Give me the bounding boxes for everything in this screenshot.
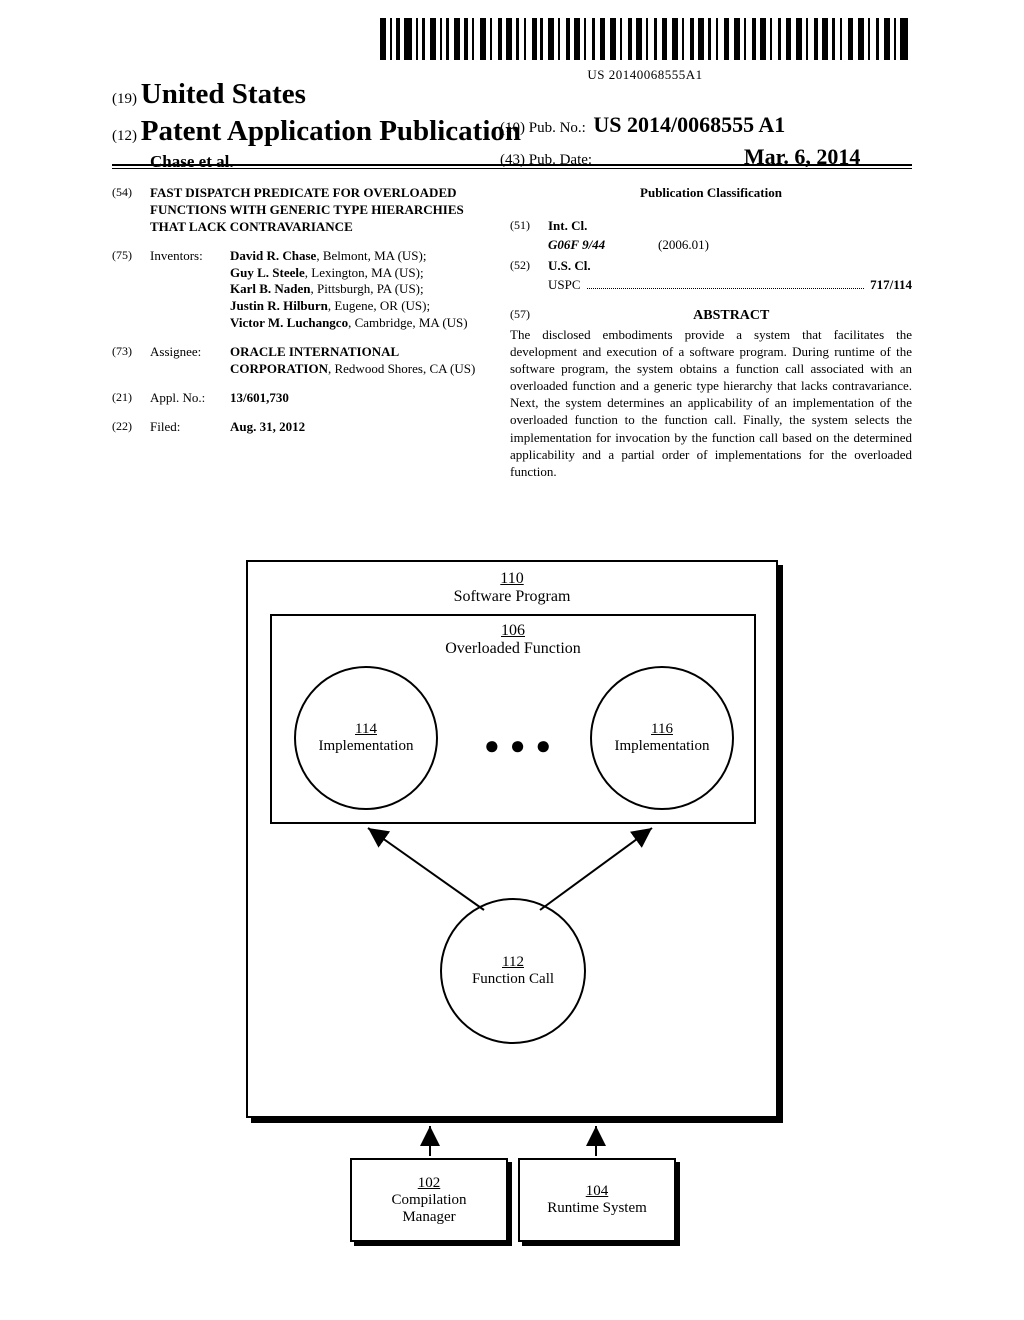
- barcode-icon: [380, 18, 910, 60]
- implementation-114: 114 Implementation: [294, 666, 438, 810]
- assignee-code: (73): [112, 344, 150, 378]
- header-right: (10) Pub. No.: US 2014/0068555 A1 (43) P…: [500, 112, 860, 170]
- abstract-text: The disclosed embodiments provide a syst…: [510, 326, 912, 480]
- abstract-code: (57): [510, 307, 548, 323]
- pubclass-heading: Publication Classification: [510, 185, 912, 202]
- country: United States: [141, 78, 306, 110]
- right-column: Publication Classification (51) Int. Cl.…: [510, 185, 912, 480]
- uscl-code: (52): [510, 258, 548, 275]
- uspc-name: USPC: [548, 277, 581, 294]
- figure-diagram: 110 Software Program 106 Overloaded Func…: [246, 560, 778, 1250]
- filed-code: (22): [112, 419, 150, 436]
- author-line: Chase et al.: [150, 152, 521, 172]
- abstract-heading: ABSTRACT: [551, 307, 911, 325]
- pubno-label: Pub. No.:: [529, 120, 586, 136]
- intcl-label: Int. Cl.: [548, 218, 587, 235]
- intcl-year: (2006.01): [658, 237, 709, 254]
- ellipsis-icon: ●●●: [484, 731, 561, 761]
- label-110: 110 Software Program: [248, 570, 776, 606]
- inventor-name: Karl B. Naden: [230, 281, 311, 296]
- title-code: (54): [112, 185, 150, 236]
- filed-value: Aug. 31, 2012: [230, 419, 305, 434]
- inventor-name: Justin R. Hilburn: [230, 298, 328, 313]
- divider-thick: [112, 164, 912, 166]
- inventor-name: Guy L. Steele: [230, 265, 305, 280]
- implementation-116: 116 Implementation: [590, 666, 734, 810]
- applno-value: 13/601,730: [230, 390, 289, 405]
- bottom-boxes: 102 Compilation Manager 104 Runtime Syst…: [350, 1158, 686, 1242]
- dot-leader: [587, 281, 865, 289]
- software-program-box: 110 Software Program 106 Overloaded Func…: [246, 560, 778, 1118]
- filed-label: Filed:: [150, 419, 230, 436]
- overloaded-function-box: 106 Overloaded Function 114 Implementati…: [270, 614, 756, 824]
- inventor-name: David R. Chase: [230, 248, 316, 263]
- kind: Patent Application Publication: [141, 115, 521, 147]
- inventors-label: Inventors:: [150, 248, 230, 332]
- country-code: (19): [112, 91, 137, 107]
- applno-code: (21): [112, 390, 150, 407]
- left-column: (54) FAST DISPATCH PREDICATE FOR OVERLOA…: [112, 185, 497, 448]
- divider-thin: [112, 168, 912, 169]
- inventor-name: Victor M. Luchangco: [230, 315, 348, 330]
- runtime-system-box: 104 Runtime System: [518, 1158, 676, 1242]
- invention-title: FAST DISPATCH PREDICATE FOR OVERLOADED F…: [150, 185, 497, 236]
- header-left: (19) United States (12) Patent Applicati…: [112, 78, 521, 172]
- pubno-code: (10): [500, 120, 525, 136]
- kind-code: (12): [112, 128, 137, 144]
- pubno-value: US 2014/0068555 A1: [593, 112, 785, 137]
- inventors-list: David R. Chase, Belmont, MA (US); Guy L.…: [230, 248, 497, 332]
- assignee-label: Assignee:: [150, 344, 230, 378]
- assignee-value: ORACLE INTERNATIONAL CORPORATION, Redwoo…: [230, 344, 497, 378]
- intcl-name: G06F 9/44: [548, 237, 658, 254]
- uspc-value: 717/114: [870, 277, 912, 294]
- label-106: 106 Overloaded Function: [272, 622, 754, 658]
- barcode-block: US 20140068555A1: [380, 18, 910, 83]
- intcl-code: (51): [510, 218, 548, 235]
- uscl-label: U.S. Cl.: [548, 258, 591, 275]
- function-call-112: 112 Function Call: [440, 898, 586, 1044]
- compilation-manager-box: 102 Compilation Manager: [350, 1158, 508, 1242]
- inventors-code: (75): [112, 248, 150, 332]
- applno-label: Appl. No.:: [150, 390, 230, 407]
